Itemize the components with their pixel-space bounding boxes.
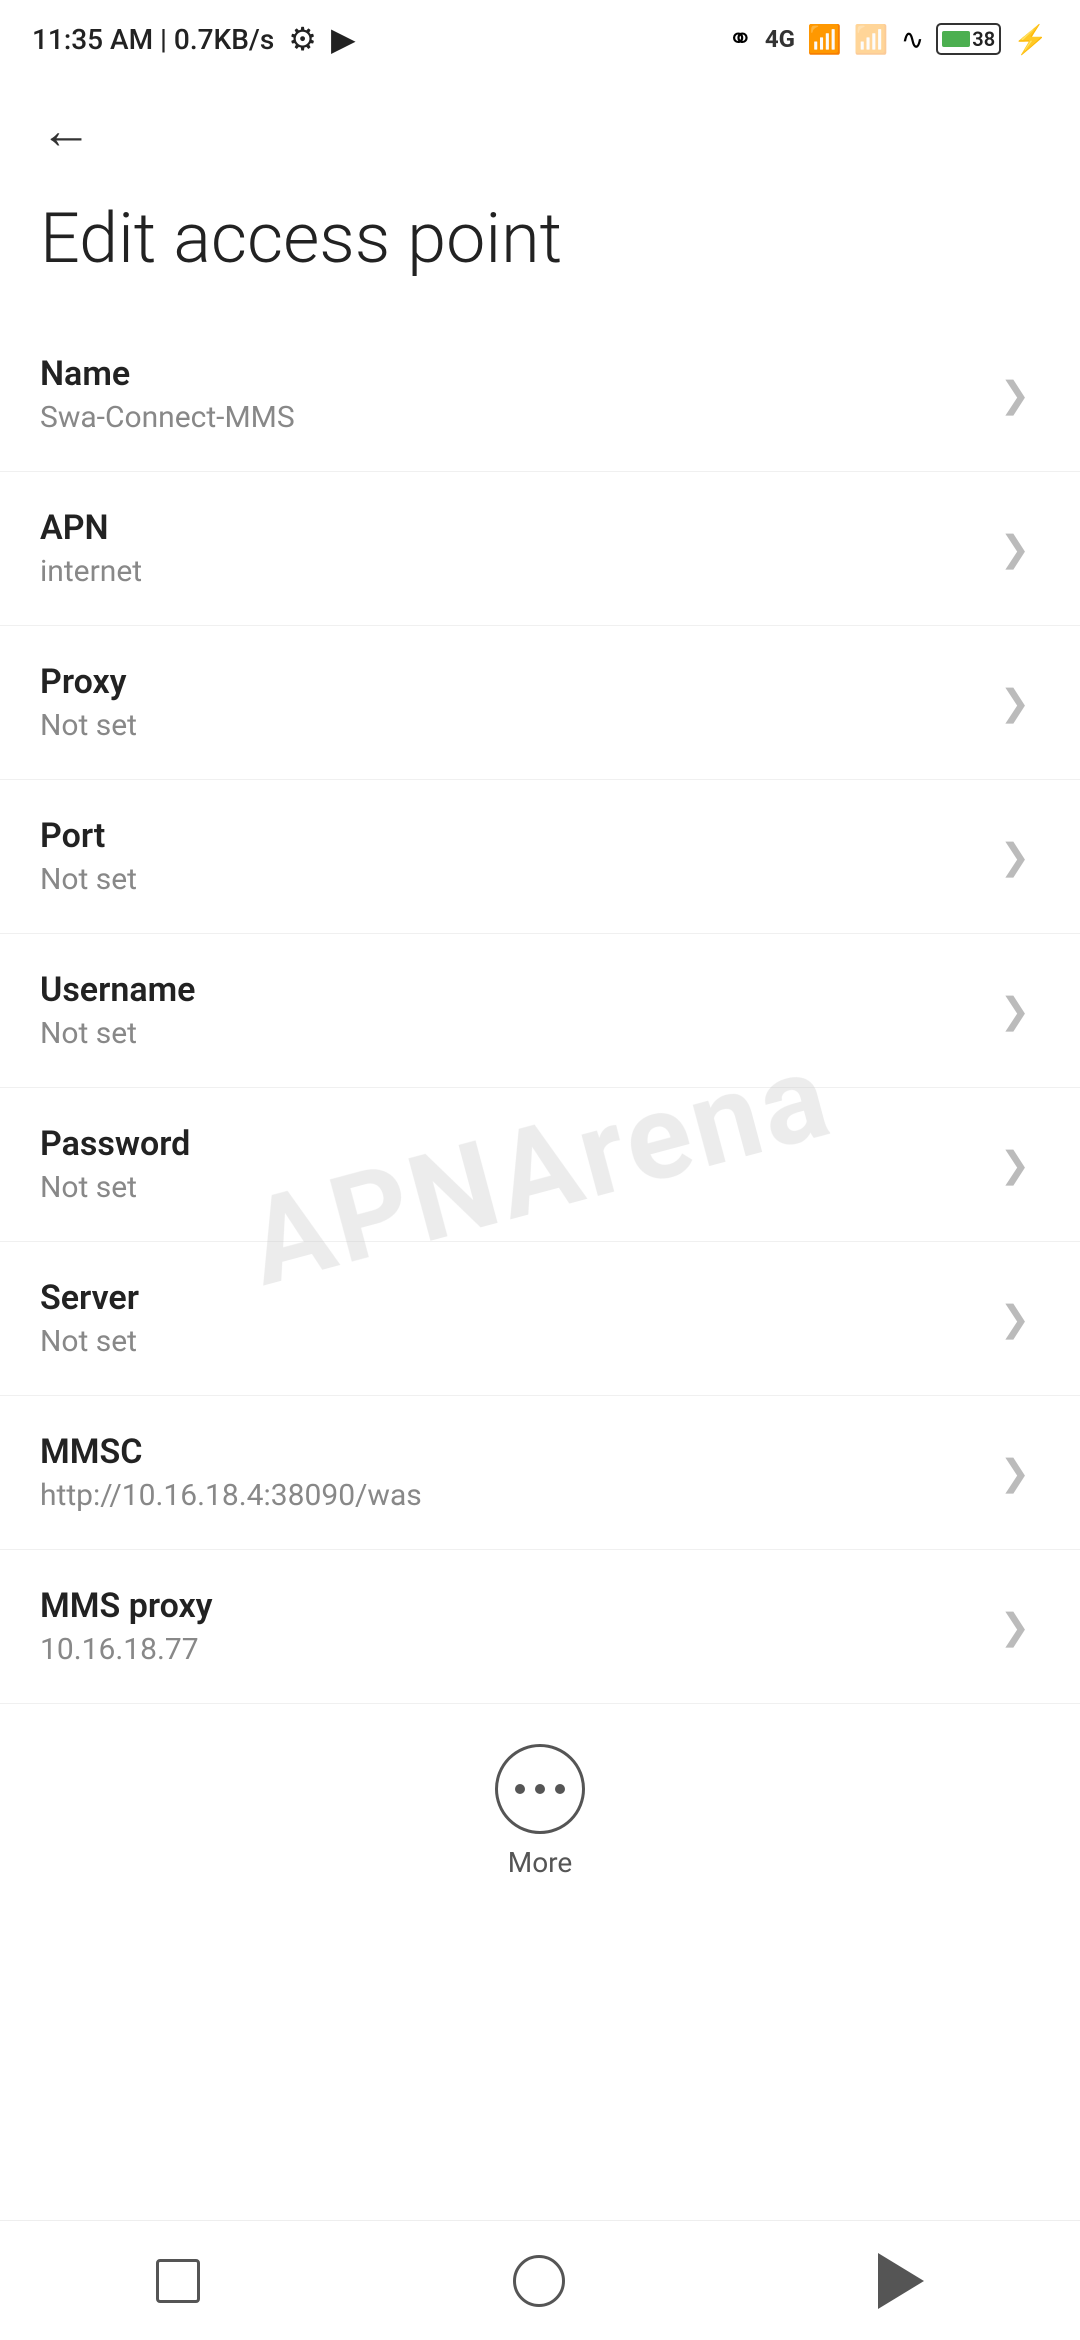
chevron-right-icon: ❯ <box>1000 528 1030 570</box>
settings-item-content: MMSC http://10.16.18.4:38090/was <box>40 1432 980 1513</box>
more-label: More <box>508 1846 573 1879</box>
chevron-right-icon: ❯ <box>1000 1606 1030 1648</box>
settings-item-content: Password Not set <box>40 1124 980 1205</box>
time-display: 11:35 AM | 0.7KB/s <box>32 23 274 56</box>
settings-item-content: Proxy Not set <box>40 662 980 743</box>
bottom-nav <box>0 2220 1080 2340</box>
settings-item-value: Not set <box>40 708 980 743</box>
back-arrow-icon: ← <box>40 100 92 161</box>
settings-item[interactable]: Port Not set ❯ <box>0 780 1080 934</box>
settings-icon: ⚙ <box>288 20 317 58</box>
settings-item-content: Port Not set <box>40 816 980 897</box>
settings-item-value: http://10.16.18.4:38090/was <box>40 1478 980 1513</box>
settings-item-label: Server <box>40 1278 980 1318</box>
settings-item[interactable]: Proxy Not set ❯ <box>0 626 1080 780</box>
bluetooth-icon: ⚭ <box>728 22 753 57</box>
more-dots-icon <box>515 1784 565 1794</box>
status-time: 11:35 AM | 0.7KB/s ⚙ ▶ <box>32 20 356 58</box>
settings-item-label: Name <box>40 354 980 394</box>
signal-bars2-icon: 📶 <box>854 23 889 56</box>
settings-item-value: Swa-Connect-MMS <box>40 400 980 435</box>
settings-item-content: Name Swa-Connect-MMS <box>40 354 980 435</box>
settings-item-label: Proxy <box>40 662 980 702</box>
status-icons: ⚭ 4G 📶 📶 ∿ 38 ⚡ <box>728 22 1048 57</box>
settings-item-value: Not set <box>40 1170 980 1205</box>
settings-item[interactable]: APN internet ❯ <box>0 472 1080 626</box>
settings-item-value: Not set <box>40 862 980 897</box>
status-bar: 11:35 AM | 0.7KB/s ⚙ ▶ ⚭ 4G 📶 📶 ∿ 38 ⚡ <box>0 0 1080 70</box>
chevron-right-icon: ❯ <box>1000 990 1030 1032</box>
settings-item-content: Server Not set <box>40 1278 980 1359</box>
recent-apps-icon <box>156 2259 200 2303</box>
chevron-right-icon: ❯ <box>1000 682 1030 724</box>
settings-item-value: Not set <box>40 1016 980 1051</box>
wifi-icon: ∿ <box>901 23 924 56</box>
settings-item-label: MMSC <box>40 1432 980 1472</box>
settings-item-content: MMS proxy 10.16.18.77 <box>40 1586 980 1667</box>
recent-apps-button[interactable] <box>116 2239 240 2323</box>
signal-4g-icon: 4G <box>765 25 795 53</box>
page-title: Edit access point <box>0 181 1080 318</box>
settings-item[interactable]: Server Not set ❯ <box>0 1242 1080 1396</box>
settings-item[interactable]: MMS proxy 10.16.18.77 ❯ <box>0 1550 1080 1704</box>
settings-list: Name Swa-Connect-MMS ❯ APN internet ❯ Pr… <box>0 318 1080 1704</box>
settings-item-label: Port <box>40 816 980 856</box>
video-icon: ▶ <box>331 20 356 58</box>
back-button[interactable]: ← <box>0 70 1080 181</box>
chevron-right-icon: ❯ <box>1000 1144 1030 1186</box>
battery-indicator: 38 <box>936 23 1001 55</box>
settings-item[interactable]: Password Not set ❯ <box>0 1088 1080 1242</box>
settings-item-content: APN internet <box>40 508 980 589</box>
settings-item[interactable]: Name Swa-Connect-MMS ❯ <box>0 318 1080 472</box>
chevron-right-icon: ❯ <box>1000 836 1030 878</box>
back-nav-icon <box>878 2253 924 2309</box>
more-button[interactable] <box>495 1744 585 1834</box>
settings-item-label: APN <box>40 508 980 548</box>
settings-item[interactable]: Username Not set ❯ <box>0 934 1080 1088</box>
chevron-right-icon: ❯ <box>1000 1452 1030 1494</box>
more-section: More <box>0 1704 1080 1909</box>
settings-item-value: internet <box>40 554 980 589</box>
settings-item-value: Not set <box>40 1324 980 1359</box>
bolt-icon: ⚡ <box>1013 23 1048 56</box>
back-nav-button[interactable] <box>838 2233 964 2329</box>
signal-bars-icon: 📶 <box>807 23 842 56</box>
chevron-right-icon: ❯ <box>1000 1298 1030 1340</box>
settings-item-label: MMS proxy <box>40 1586 980 1626</box>
chevron-right-icon: ❯ <box>1000 374 1030 416</box>
settings-item-content: Username Not set <box>40 970 980 1051</box>
home-icon <box>513 2255 565 2307</box>
settings-item[interactable]: MMSC http://10.16.18.4:38090/was ❯ <box>0 1396 1080 1550</box>
settings-item-label: Password <box>40 1124 980 1164</box>
home-button[interactable] <box>473 2235 605 2327</box>
settings-item-value: 10.16.18.77 <box>40 1632 980 1667</box>
settings-item-label: Username <box>40 970 980 1010</box>
